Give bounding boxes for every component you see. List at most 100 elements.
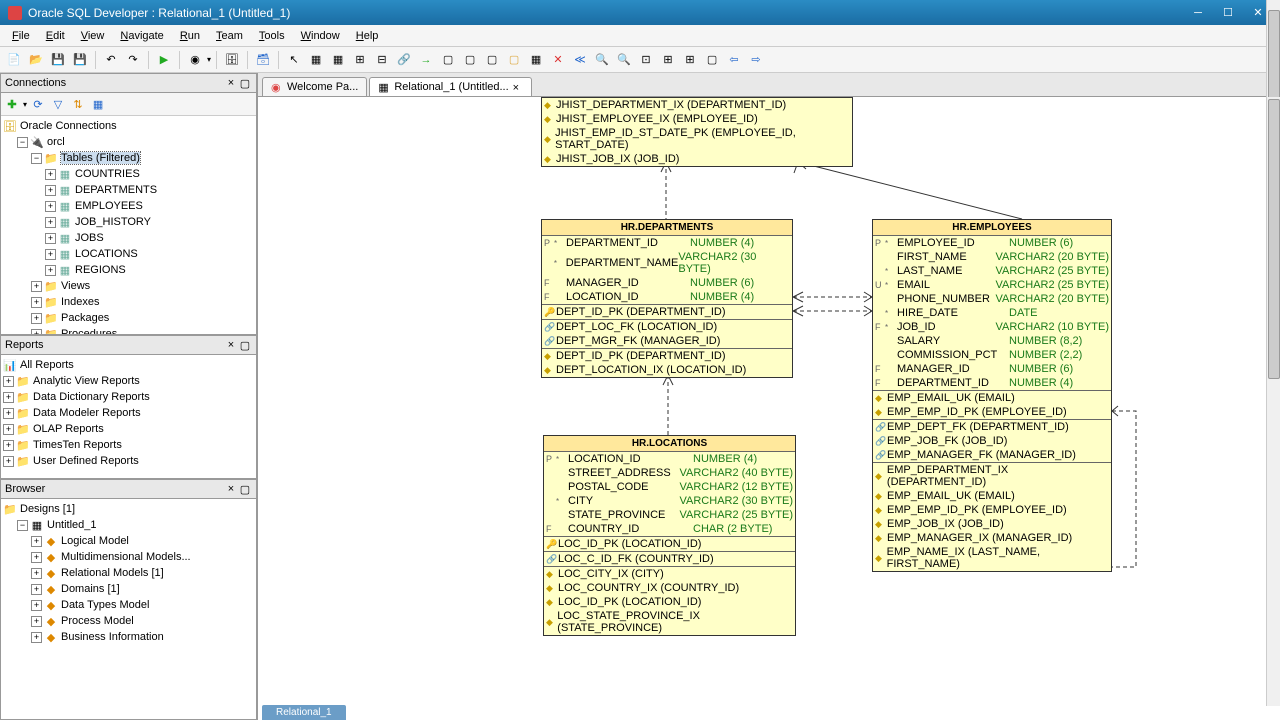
tree-toggle-icon[interactable]: + bbox=[3, 424, 14, 435]
entity-jobhistory[interactable]: ◆JHIST_DEPARTMENT_IX (DEPARTMENT_ID)◆JHI… bbox=[541, 97, 853, 167]
tree-toggle-icon[interactable]: + bbox=[45, 217, 56, 228]
panel-max-icon[interactable]: ▢ bbox=[238, 482, 252, 496]
tree-toggle-icon[interactable]: + bbox=[31, 600, 42, 611]
refresh-icon[interactable]: ⟳ bbox=[29, 95, 47, 113]
panel-close-icon[interactable]: × bbox=[224, 338, 238, 352]
box1-icon[interactable]: ▢ bbox=[438, 50, 458, 70]
delete-icon[interactable]: ✕ bbox=[548, 50, 568, 70]
menu-tools[interactable]: Tools bbox=[251, 28, 293, 44]
tree-toggle-icon[interactable]: + bbox=[45, 265, 56, 276]
tree-toggle-icon[interactable]: + bbox=[45, 169, 56, 180]
sort-icon[interactable]: ⇅ bbox=[69, 95, 87, 113]
saveall-icon[interactable]: 💾 bbox=[70, 50, 90, 70]
tree-toggle-icon[interactable]: + bbox=[31, 536, 42, 547]
browser-tree[interactable]: 📁Designs [1] −▦Untitled_1 +◆Logical Mode… bbox=[1, 499, 256, 719]
filter-icon[interactable]: ▽ bbox=[49, 95, 67, 113]
tree-toggle-icon[interactable]: + bbox=[31, 568, 42, 579]
folder-icon: 📁 bbox=[16, 406, 30, 420]
layout3-icon[interactable]: ▢ bbox=[702, 50, 722, 70]
next-icon[interactable]: ⇨ bbox=[746, 50, 766, 70]
tree-toggle-icon[interactable]: + bbox=[45, 233, 56, 244]
undo-icon[interactable]: ↶ bbox=[101, 50, 121, 70]
entity-departments[interactable]: HR.DEPARTMENTS P*DEPARTMENT_IDNUMBER (4)… bbox=[541, 219, 793, 378]
menu-file[interactable]: File bbox=[4, 28, 38, 44]
menu-window[interactable]: Window bbox=[293, 28, 348, 44]
pointer-icon[interactable]: ↖ bbox=[284, 50, 304, 70]
sql-icon[interactable]: 🗄 bbox=[222, 50, 242, 70]
canvas-scrollbar[interactable] bbox=[1266, 97, 1280, 706]
tab-relational[interactable]: ▦ Relational_1 (Untitled... × bbox=[369, 77, 531, 96]
panel-close-icon[interactable]: × bbox=[224, 482, 238, 496]
menu-run[interactable]: Run bbox=[172, 28, 208, 44]
add-connection-icon[interactable]: ✚ bbox=[3, 95, 21, 113]
view-icon[interactable]: ▦ bbox=[328, 50, 348, 70]
new-icon[interactable]: 📄 bbox=[4, 50, 24, 70]
entity-employees[interactable]: HR.EMPLOYEES P*EMPLOYEE_IDNUMBER (6)FIRS… bbox=[872, 219, 1112, 572]
panel-max-icon[interactable]: ▢ bbox=[238, 338, 252, 352]
minimize-button[interactable]: ─ bbox=[1184, 3, 1212, 23]
tree-toggle-icon[interactable]: + bbox=[31, 632, 42, 643]
maximize-button[interactable]: ☐ bbox=[1214, 3, 1242, 23]
note-icon[interactable]: ▢ bbox=[504, 50, 524, 70]
tree-toggle-icon[interactable]: + bbox=[31, 313, 42, 324]
merge-icon[interactable]: ⊟ bbox=[372, 50, 392, 70]
tree-toggle-icon[interactable]: + bbox=[3, 376, 14, 387]
folder-icon: 📁 bbox=[44, 327, 58, 334]
tree-toggle-icon[interactable]: + bbox=[3, 392, 14, 403]
menu-edit[interactable]: Edit bbox=[38, 28, 73, 44]
split-icon[interactable]: ⊞ bbox=[350, 50, 370, 70]
menu-view[interactable]: View bbox=[73, 28, 113, 44]
reports-tree[interactable]: 📊All Reports +📁Analytic View Reports+📁Da… bbox=[1, 355, 256, 478]
redo-icon[interactable]: ↷ bbox=[123, 50, 143, 70]
tree-toggle-icon[interactable]: + bbox=[45, 201, 56, 212]
save-icon[interactable]: 💾 bbox=[48, 50, 68, 70]
panel-close-icon[interactable]: × bbox=[224, 76, 238, 90]
tree-toggle-icon[interactable]: + bbox=[31, 552, 42, 563]
menu-team[interactable]: Team bbox=[208, 28, 251, 44]
bottom-tab[interactable]: Relational_1 bbox=[262, 705, 346, 720]
db-icon[interactable]: 🗃 bbox=[253, 50, 273, 70]
tree-toggle-icon[interactable]: + bbox=[3, 440, 14, 451]
rewind-icon[interactable]: ≪ bbox=[570, 50, 590, 70]
open-icon[interactable]: 📂 bbox=[26, 50, 46, 70]
tree-toggle-icon[interactable]: + bbox=[31, 584, 42, 595]
grid-icon[interactable]: ▦ bbox=[306, 50, 326, 70]
zoomin-icon[interactable]: 🔍 bbox=[592, 50, 612, 70]
tree-toggle-icon[interactable]: + bbox=[31, 329, 42, 335]
layout1-icon[interactable]: ⊞ bbox=[658, 50, 678, 70]
link-icon[interactable]: 🔗 bbox=[394, 50, 414, 70]
arrow-icon[interactable]: → bbox=[416, 50, 436, 70]
entity-locations[interactable]: HR.LOCATIONS P*LOCATION_IDNUMBER (4)STRE… bbox=[543, 435, 796, 636]
tree-toggle-icon[interactable]: − bbox=[31, 153, 42, 164]
menu-navigate[interactable]: Navigate bbox=[112, 28, 171, 44]
layout2-icon[interactable]: ⊞ bbox=[680, 50, 700, 70]
tree-toggle-icon[interactable]: + bbox=[31, 297, 42, 308]
table-icon: ▦ bbox=[58, 247, 72, 261]
box3-icon[interactable]: ▢ bbox=[482, 50, 502, 70]
nav-icon[interactable]: ◉ bbox=[185, 50, 205, 70]
zoomout-icon[interactable]: 🔍 bbox=[614, 50, 634, 70]
color-icon[interactable]: ▦ bbox=[89, 95, 107, 113]
panel-max-icon[interactable]: ▢ bbox=[238, 76, 252, 90]
fit-icon[interactable]: ⊡ bbox=[636, 50, 656, 70]
tree-toggle-icon[interactable]: + bbox=[31, 616, 42, 627]
diagram-canvas[interactable]: ◆JHIST_DEPARTMENT_IX (DEPARTMENT_ID)◆JHI… bbox=[258, 97, 1280, 720]
table-icon: ▦ bbox=[58, 183, 72, 197]
tree-toggle-icon[interactable]: + bbox=[45, 185, 56, 196]
tree-toggle-icon[interactable]: + bbox=[45, 249, 56, 260]
tab-close-icon[interactable]: × bbox=[513, 82, 523, 92]
tree-toggle-icon[interactable]: + bbox=[31, 281, 42, 292]
tree-toggle-icon[interactable]: − bbox=[17, 137, 28, 148]
image-icon[interactable]: ▦ bbox=[526, 50, 546, 70]
tree-toggle-icon[interactable]: + bbox=[3, 456, 14, 467]
tree-toggle-icon[interactable]: + bbox=[3, 408, 14, 419]
connections-tree[interactable]: 🗄Oracle Connections −🔌orcl −📁Tables (Fil… bbox=[1, 116, 256, 334]
run-icon[interactable]: ▶ bbox=[154, 50, 174, 70]
connections-title: Connections bbox=[5, 77, 224, 89]
prev-icon[interactable]: ⇦ bbox=[724, 50, 744, 70]
tree-toggle-icon[interactable]: − bbox=[17, 520, 28, 531]
browser-title: Browser bbox=[5, 483, 224, 495]
box2-icon[interactable]: ▢ bbox=[460, 50, 480, 70]
menu-help[interactable]: Help bbox=[348, 28, 387, 44]
tab-welcome[interactable]: ◉ Welcome Pa... bbox=[262, 77, 367, 96]
